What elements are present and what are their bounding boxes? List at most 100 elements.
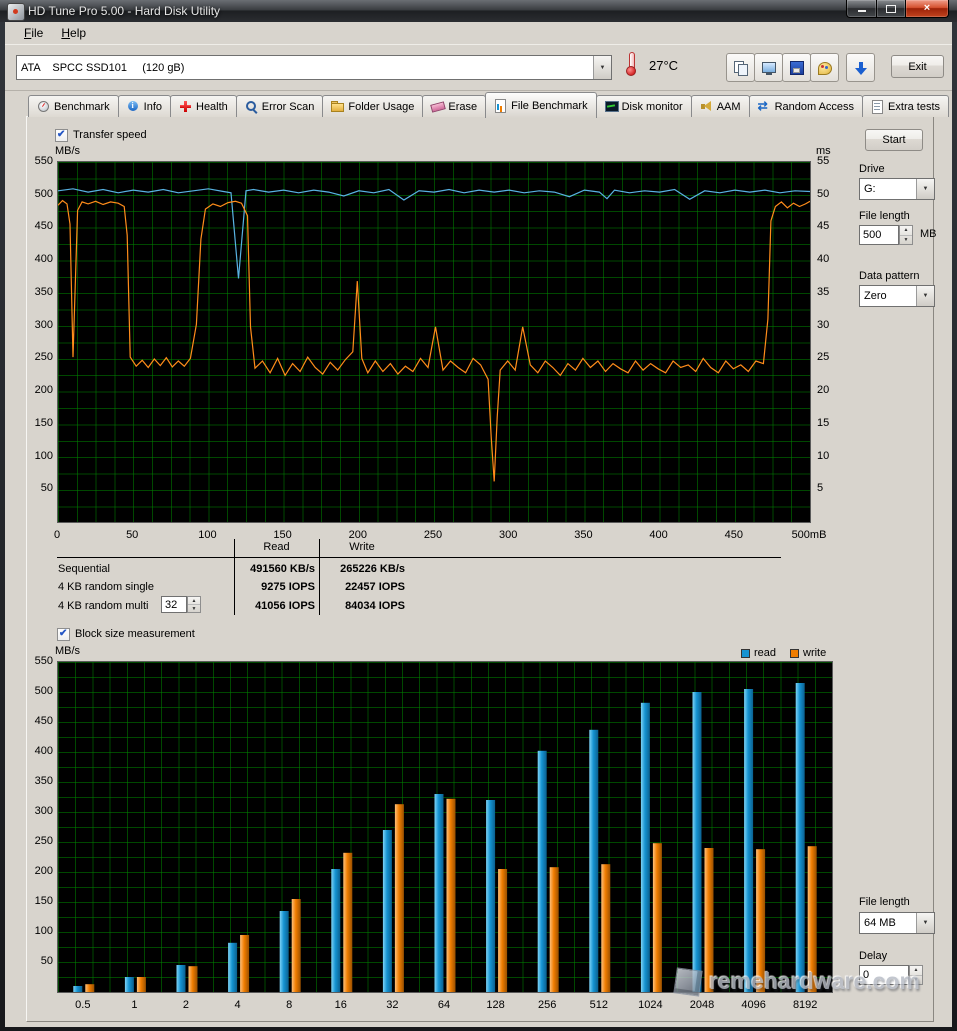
close-button[interactable]: [905, 0, 949, 18]
benchmark-gauge-icon: [37, 100, 50, 113]
file-benchmark-page: Transfer speed MB/s ms Start Drive G: Fi…: [26, 116, 934, 1022]
block-file-length-select[interactable]: 64 MB: [859, 912, 935, 934]
exit-button[interactable]: Exit: [891, 55, 944, 78]
data-pattern-value: Zero: [860, 286, 916, 306]
write-bar: [240, 935, 249, 992]
row-label-random-multi: 4 KB random multi: [58, 600, 148, 612]
write-bar: [395, 804, 404, 992]
menu-file[interactable]: File: [15, 24, 52, 42]
title-bar: HD Tune Pro 5.00 - Hard Disk Utility: [0, 0, 957, 22]
block-file-length-value: 64 MB: [860, 913, 916, 933]
file-length-input[interactable]: [859, 225, 899, 245]
axis-tick-label: 450: [710, 529, 758, 541]
minimize-button[interactable]: [846, 0, 877, 18]
tab-label: Folder Usage: [348, 101, 414, 113]
download-button[interactable]: [846, 53, 875, 82]
write-legend-label: write: [803, 647, 826, 659]
read-bar: [331, 869, 340, 992]
read-column-header: Read: [234, 541, 319, 553]
tab-random-access[interactable]: Random Access: [749, 95, 863, 117]
read-bar: [538, 751, 547, 992]
magnifier-icon: [245, 100, 258, 113]
read-legend-label: read: [754, 647, 776, 659]
data-pattern-select[interactable]: Zero: [859, 285, 935, 307]
axis-tick-label: 8192: [779, 999, 831, 1011]
tab-label: Health: [196, 101, 228, 113]
axis-tick-label: 150: [259, 529, 307, 541]
start-button[interactable]: Start: [865, 129, 923, 151]
axis-tick-label: 16: [315, 999, 367, 1011]
chevron-down-icon[interactable]: [916, 286, 934, 306]
axis-tick-label: 8: [263, 999, 315, 1011]
tab-benchmark[interactable]: Benchmark: [28, 95, 119, 117]
axis-tick-label: 500: [29, 188, 53, 200]
minimize-icon: [858, 10, 866, 12]
save-screenshot-button[interactable]: [782, 53, 811, 82]
axis-tick-label: 15: [817, 417, 841, 429]
chevron-down-icon[interactable]: [916, 913, 934, 933]
file-length-stepper[interactable]: [899, 225, 913, 245]
chevron-down-icon[interactable]: [916, 179, 934, 199]
write-bar: [447, 799, 456, 992]
tab-info[interactable]: Info: [118, 95, 171, 117]
copy-image-button[interactable]: [726, 53, 755, 82]
maximize-icon: [886, 5, 896, 13]
tab-erase[interactable]: Erase: [422, 95, 486, 117]
axis-tick-label: 150: [29, 417, 53, 429]
spin-up-icon[interactable]: [188, 597, 200, 605]
tab-aam[interactable]: AAM: [691, 95, 750, 117]
transfer-speed-plot: [58, 162, 810, 522]
tab-label: AAM: [717, 101, 741, 113]
axis-tick-label: 300: [29, 319, 53, 331]
maximize-button[interactable]: [877, 0, 905, 18]
read-bar: [73, 986, 82, 992]
axis-tick-label: 450: [29, 715, 53, 727]
read-legend-swatch: [741, 649, 750, 658]
write-legend-swatch: [790, 649, 799, 658]
axis-tick-label: 55: [817, 155, 841, 167]
thread-count-input[interactable]: [161, 596, 187, 613]
options-button[interactable]: [810, 53, 839, 82]
tab-extra-tests[interactable]: Extra tests: [862, 95, 949, 117]
device-select-value: ATA SPCC SSD101 (120 gB): [17, 56, 593, 79]
tab-label: Disk monitor: [622, 101, 683, 113]
arrows-icon: [758, 100, 771, 113]
read-bar: [280, 911, 289, 992]
tab-folder-usage[interactable]: Folder Usage: [322, 95, 423, 117]
block-size-checkbox[interactable]: [57, 628, 70, 641]
copy-screenshot-button[interactable]: [754, 53, 783, 82]
axis-tick-label: 30: [817, 319, 841, 331]
axis-tick-label: 0.5: [57, 999, 109, 1011]
transfer-speed-checkbox[interactable]: [55, 129, 68, 142]
axis-tick-label: 550: [29, 655, 53, 667]
spin-up-icon[interactable]: [900, 226, 912, 236]
speaker-icon: [700, 100, 713, 113]
app-icon: [7, 3, 25, 21]
tab-health[interactable]: Health: [170, 95, 237, 117]
data-pattern-label: Data pattern: [859, 270, 920, 282]
tab-error-scan[interactable]: Error Scan: [236, 95, 324, 117]
axis-tick-label: 350: [29, 775, 53, 787]
axis-tick-label: 50: [817, 188, 841, 200]
tab-file-benchmark[interactable]: File Benchmark: [485, 92, 596, 118]
read-bar: [589, 730, 598, 992]
device-select[interactable]: ATA SPCC SSD101 (120 gB): [16, 55, 612, 80]
block-size-label: Block size measurement: [75, 628, 195, 640]
transfer-speed-label: Transfer speed: [73, 129, 147, 141]
drive-select[interactable]: G:: [859, 178, 935, 200]
tab-disk-monitor[interactable]: Disk monitor: [596, 95, 692, 117]
table-rule: [57, 557, 781, 558]
axis-tick-label: 150: [29, 895, 53, 907]
menu-help[interactable]: Help: [52, 24, 95, 42]
axis-tick-label: 10: [817, 450, 841, 462]
chevron-down-icon[interactable]: [593, 56, 611, 79]
palette-icon: [817, 60, 833, 76]
axis-tick-label: 200: [334, 529, 382, 541]
read-bar: [228, 943, 237, 992]
watermark: remehardware.com: [675, 968, 920, 995]
thread-count-stepper[interactable]: [187, 596, 201, 613]
axis-tick-label: 500: [29, 685, 53, 697]
spin-down-icon[interactable]: [900, 236, 912, 245]
spin-down-icon[interactable]: [188, 605, 200, 612]
file-length-label: File length: [859, 210, 910, 222]
